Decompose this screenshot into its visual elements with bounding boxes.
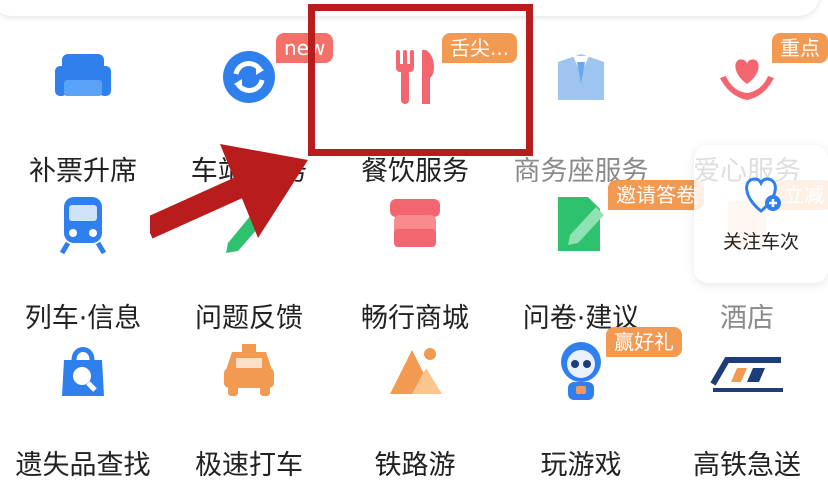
mountain-travel-icon	[390, 348, 442, 394]
questionnaire-icon	[558, 197, 604, 251]
lost-found-search-icon	[62, 347, 104, 396]
business-suit-icon	[558, 54, 604, 100]
follow-train-label: 关注车次	[722, 231, 799, 253]
follow-train-button[interactable]: 关注车次	[694, 145, 828, 283]
highlight-box	[308, 4, 533, 156]
tile-express-delivery[interactable]: 高铁急送	[664, 338, 828, 488]
express-train-logo-icon	[710, 357, 783, 392]
tile-mall[interactable]: 畅行商城	[332, 191, 498, 341]
tile-label: 补票升席	[29, 156, 137, 187]
tile-label: 铁路游	[374, 450, 456, 481]
tile-taxi[interactable]: 极速打车	[166, 338, 332, 488]
taxi-icon	[224, 344, 274, 396]
station-service-icon	[223, 51, 275, 103]
tile-train-info[interactable]: 列车·信息	[0, 191, 166, 341]
annotation-arrow-icon	[150, 144, 308, 239]
heart-hands-icon	[720, 59, 774, 100]
heart-plus-icon	[745, 177, 781, 213]
tile-questionnaire[interactable]: 问卷·建议	[498, 191, 664, 341]
train-icon	[59, 197, 107, 255]
tile-label: 列车·信息	[24, 303, 142, 334]
tile-label: 极速打车	[195, 450, 303, 481]
tile-lost-found[interactable]: 遗失品查找	[0, 338, 166, 488]
store-icon	[390, 199, 440, 247]
tile-rail-tour[interactable]: 铁路游	[332, 338, 498, 488]
tile-label: 高铁急送	[693, 450, 801, 481]
tile-games[interactable]: 玩游戏	[498, 338, 664, 488]
tile-label: 遗失品查找	[15, 450, 151, 481]
tile-bupiao-shengxi[interactable]: 补票升席	[0, 44, 166, 194]
tile-label: 问题反馈	[195, 303, 303, 334]
tile-label: 玩游戏	[540, 450, 622, 481]
key-badge: 重点	[772, 33, 828, 63]
tile-label: 酒店	[720, 303, 774, 334]
sofa-seat-icon	[55, 54, 111, 96]
tile-label: 畅行商城	[361, 303, 469, 334]
robot-game-icon	[561, 342, 601, 400]
tile-label: 餐饮服务	[361, 156, 469, 187]
